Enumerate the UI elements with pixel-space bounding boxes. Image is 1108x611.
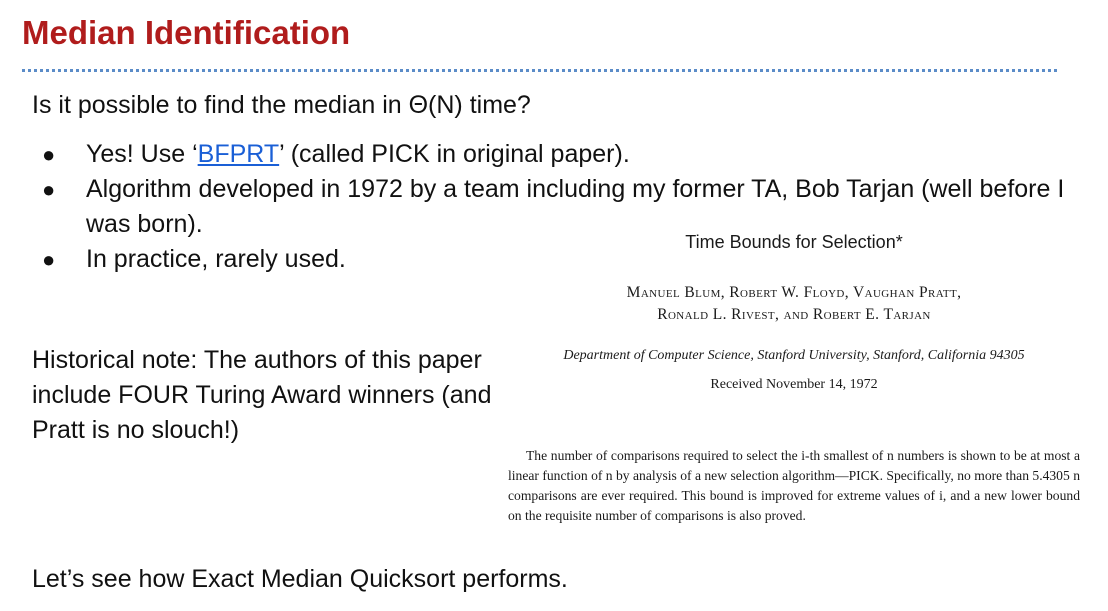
title-divider [22,69,1057,72]
closing-text: Let’s see how Exact Median Quicksort per… [32,565,568,593]
bullet-item-bfprt: ● Yes! Use ‘BFPRT’ (called PICK in origi… [38,137,1076,172]
bullet-text: In practice, rarely used. [86,245,346,273]
paper-authors-line: Ronald L. Rivest, and Robert E. Tarjan [657,306,931,323]
paper-abstract: The number of comparisons required to se… [508,448,1080,523]
paper-department: Department of Computer Science, Stanford… [563,348,1025,363]
bullet-icon: ● [42,177,56,202]
historical-note: Historical note: The authors of this pap… [32,346,492,444]
bullet-icon: ● [42,247,56,272]
bfprt-link[interactable]: BFPRT [198,140,280,168]
paper-authors-line: Manuel Blum, Robert W. Floyd, Vaughan Pr… [626,284,962,301]
bullet-icon: ● [42,142,56,167]
paper-excerpt-image: Time Bounds for Selection* Manuel Blum, … [504,228,1084,558]
slide-title: Median Identification [22,14,351,51]
bullet-text-suffix: ’ (called PICK in original paper). [279,140,630,168]
bullet-text-prefix: Yes! Use ‘ [86,140,198,168]
paper-received-date: Received November 14, 1972 [710,377,878,392]
question-text: Is it possible to find the median in Θ(N… [32,91,531,119]
paper-authors: Manuel Blum, Robert W. Floyd, Vaughan Pr… [504,282,1084,326]
paper-title: Time Bounds for Selection* [685,232,903,252]
